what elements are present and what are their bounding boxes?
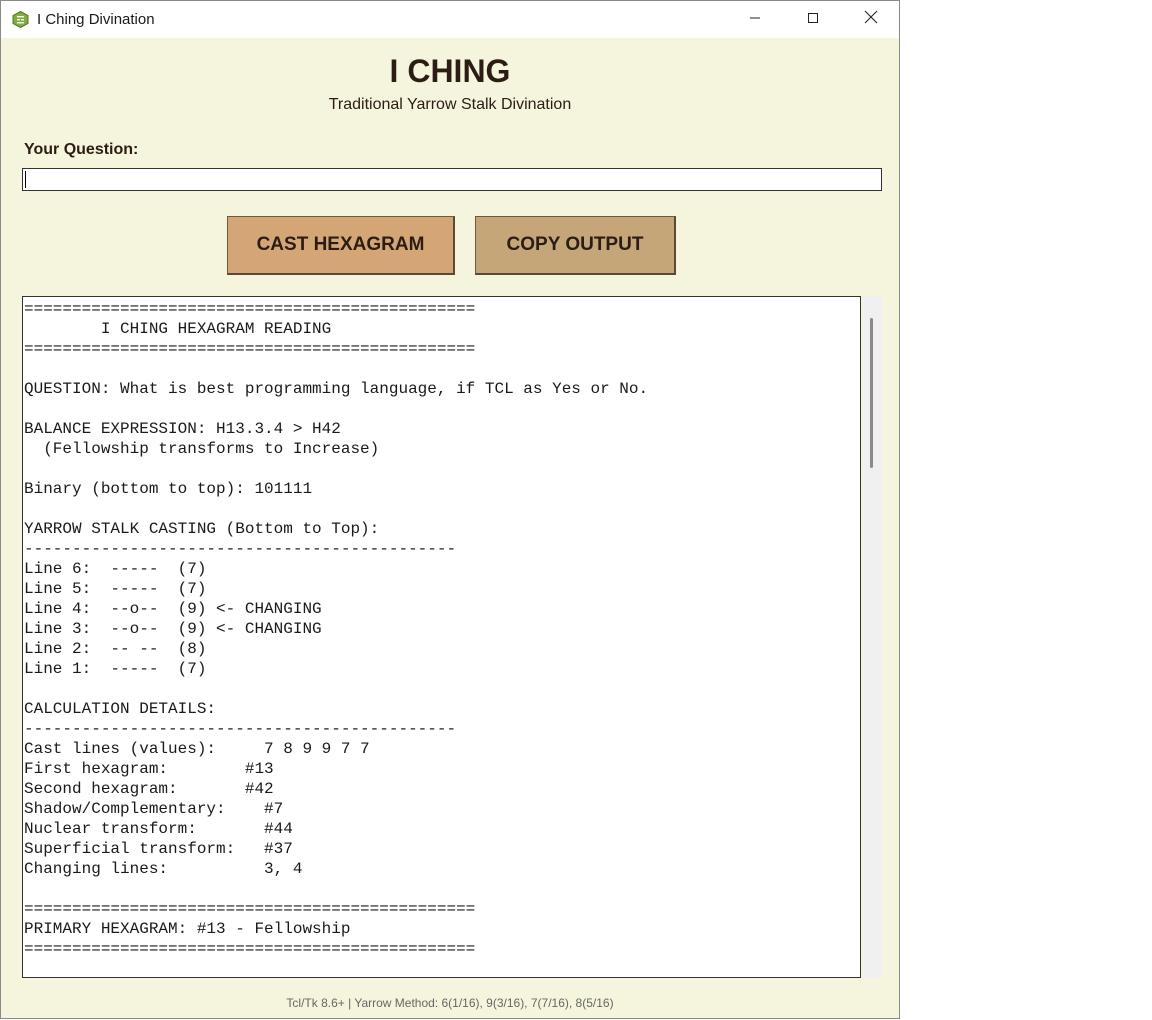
app-window: I Ching Divination I CHING Traditional Y…: [0, 0, 900, 1019]
vertical-scrollbar[interactable]: [863, 296, 882, 978]
output-line: ----------------------------------------…: [24, 720, 457, 738]
question-label: Your Question:: [24, 141, 139, 158]
output-line: Line 5: ----- (7): [24, 580, 207, 598]
output-line: Line 1: ----- (7): [24, 660, 207, 678]
output-line: QUESTION: What is best programming langu…: [24, 380, 649, 398]
output-line: Second hexagram: #42: [24, 780, 274, 798]
output-line: Changing lines: 3, 4: [24, 860, 303, 878]
output-line: YARROW STALK CASTING (Bottom to Top):: [24, 520, 380, 538]
output-line: PRIMARY HEXAGRAM: #13 - Fellowship: [24, 920, 351, 938]
output-line: Line 6: ----- (7): [24, 560, 207, 578]
scrollbar-thumb[interactable]: [870, 318, 873, 468]
page-subtitle: Traditional Yarrow Stalk Divination: [328, 96, 572, 113]
question-input[interactable]: [22, 168, 882, 191]
copy-output-button[interactable]: COPY OUTPUT: [475, 216, 676, 275]
hexagram-app-icon: [12, 10, 29, 29]
output-line: ----------------------------------------…: [24, 540, 457, 558]
maximize-button[interactable]: [784, 1, 842, 38]
output-text-area[interactable]: ========================================…: [22, 296, 861, 978]
output-line: Line 4: --o-- (9) <- CHANGING: [24, 600, 322, 618]
footer-status: Tcl/Tk 8.6+ | Yarrow Method: 6(1/16), 9(…: [286, 996, 614, 1010]
output-line: ========================================…: [24, 900, 476, 918]
output-line: Shadow/Complementary: #7: [24, 800, 284, 818]
output-line: Line 3: --o-- (9) <- CHANGING: [24, 620, 322, 638]
output-line: Binary (bottom to top): 101111: [24, 480, 313, 498]
close-button[interactable]: [842, 1, 900, 38]
cast-hexagram-button[interactable]: CAST HEXAGRAM: [227, 216, 455, 275]
output-line: ========================================…: [24, 340, 476, 358]
minimize-icon: [749, 11, 761, 29]
page-title: I CHING: [389, 53, 511, 89]
output-line: CALCULATION DETAILS:: [24, 700, 217, 718]
output-line: ========================================…: [24, 300, 476, 318]
close-icon: [864, 10, 878, 29]
output-line: Nuclear transform: #44: [24, 820, 293, 838]
output-line: BALANCE EXPRESSION: H13.3.4 > H42: [24, 420, 341, 438]
output-line: (Fellowship transforms to Increase): [24, 440, 380, 458]
output-line: ========================================…: [24, 940, 476, 958]
output-content: ========================================…: [23, 297, 860, 959]
output-line: Cast lines (values): 7 8 9 9 7 7: [24, 740, 370, 758]
window-title: I Ching Divination: [37, 11, 155, 28]
title-bar[interactable]: I Ching Divination: [1, 1, 899, 38]
maximize-icon: [807, 11, 819, 29]
output-line: First hexagram: #13: [24, 760, 274, 778]
output-line: I CHING HEXAGRAM READING: [24, 320, 332, 338]
output-line: Superficial transform: #37: [24, 840, 293, 858]
output-line: Line 2: -- -- (8): [24, 640, 207, 658]
text-cursor: [25, 171, 26, 188]
minimize-button[interactable]: [726, 1, 784, 38]
